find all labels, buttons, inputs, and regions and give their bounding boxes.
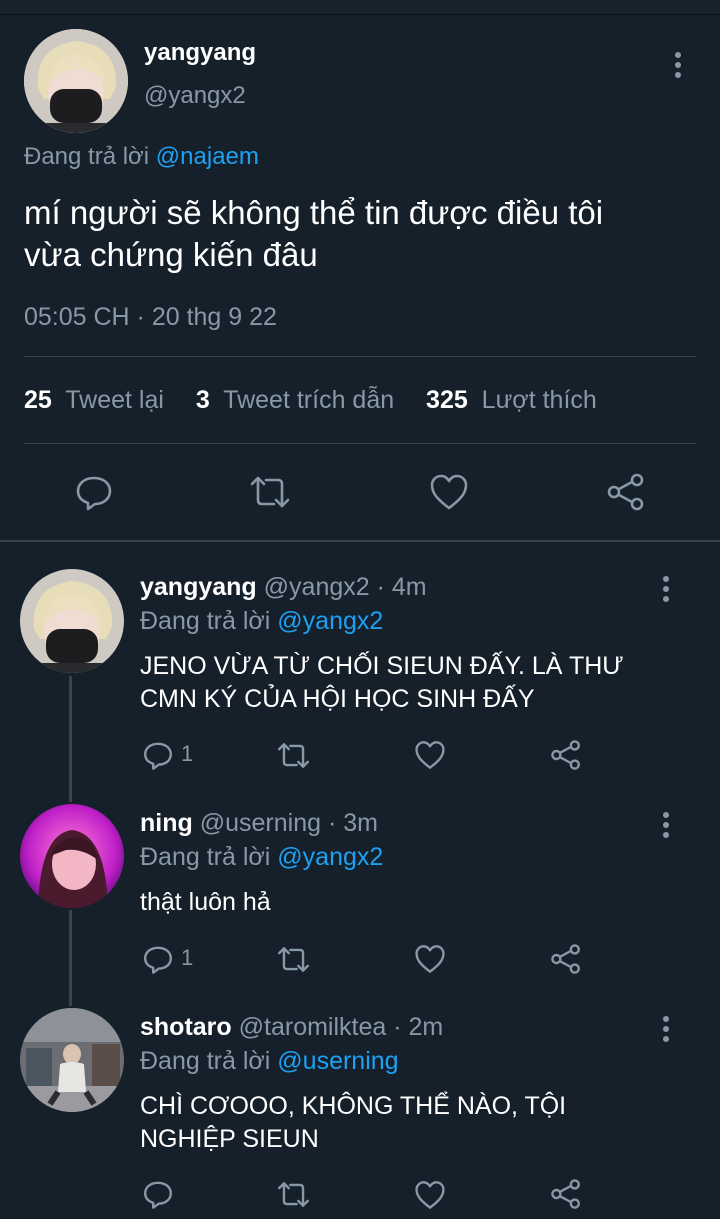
reply-time[interactable]: · 2m — [393, 1013, 443, 1041]
retweet-icon[interactable] — [276, 1180, 311, 1209]
reply-count: 1 — [181, 741, 194, 766]
like-stat[interactable]: 325 Lượt thích — [426, 386, 597, 414]
more-icon[interactable] — [674, 52, 682, 82]
share-icon[interactable] — [550, 943, 582, 975]
share-icon[interactable] — [606, 472, 646, 512]
more-icon[interactable] — [662, 576, 670, 606]
reply-avatar[interactable] — [20, 804, 124, 908]
like-count: 325 — [426, 386, 468, 414]
reply-text: CHÌ CƠOOO, KHÔNG THỂ NÀO, TỘI NGHIỆP SIE… — [140, 1090, 566, 1156]
display-name[interactable]: shotaro — [140, 1013, 232, 1041]
main-avatar[interactable] — [24, 29, 128, 133]
handle[interactable]: @yangx2 — [264, 573, 370, 601]
reply-to-link[interactable]: @userning — [277, 1047, 398, 1075]
reply-time[interactable]: · 3m — [328, 809, 378, 837]
section-divider — [0, 540, 720, 542]
reply-context: Đang trả lời @yangx2 — [140, 843, 383, 872]
more-icon[interactable] — [662, 1016, 670, 1046]
retweet-icon[interactable] — [276, 945, 311, 974]
reply-context: Đang trả lời @userning — [140, 1047, 399, 1076]
reply-header: ning @userning · 3m — [140, 809, 378, 838]
reply-text-line: CMN KÝ CỦA HỘI HỌC SINH ĐẤY — [140, 685, 535, 713]
tweet-text-line: vừa chứng kiến đâu — [24, 236, 318, 273]
quote-stat[interactable]: 3 Tweet trích dẫn — [196, 386, 394, 414]
more-icon[interactable] — [662, 812, 670, 842]
reply-to-link[interactable]: @yangx2 — [277, 607, 383, 635]
reply-time[interactable]: · 4m — [377, 573, 427, 601]
reply-header: yangyang @yangx2 · 4m — [140, 573, 427, 602]
tweet-text: mí người sẽ không thể tin được điều tôi … — [24, 192, 603, 276]
reply-to-link[interactable]: @yangx2 — [277, 843, 383, 871]
reply-prefix: Đang trả lời — [140, 1047, 271, 1075]
display-name[interactable]: ning — [140, 809, 193, 837]
handle[interactable]: @taromilktea — [239, 1013, 387, 1041]
reply-avatar[interactable] — [20, 1008, 124, 1112]
retweet-icon[interactable] — [248, 474, 292, 510]
share-icon[interactable] — [550, 1178, 582, 1210]
reply-to-link[interactable]: @najaem — [156, 143, 259, 170]
divider — [24, 356, 696, 357]
handle[interactable]: @yangx2 — [144, 82, 246, 110]
like-icon[interactable] — [429, 473, 469, 511]
like-icon[interactable] — [414, 944, 446, 974]
display-name[interactable]: yangyang — [140, 573, 257, 601]
reply-prefix: Đang trả lời — [24, 143, 150, 170]
share-icon[interactable] — [550, 739, 582, 771]
reply-icon[interactable] — [142, 943, 174, 975]
thread-line — [69, 910, 72, 1006]
retweet-label: Tweet lại — [65, 386, 164, 414]
like-label: Lượt thích — [481, 386, 597, 414]
reply-count: 1 — [181, 945, 194, 970]
engagement-stats: 25 Tweet lại 3 Tweet trích dẫn 325 Lượt … — [24, 386, 597, 415]
reply-context: Đang trả lời @najaem — [24, 143, 259, 171]
retweet-stat[interactable]: 25 Tweet lại — [24, 386, 164, 414]
reply-header: shotaro @taromilktea · 2m — [140, 1013, 443, 1042]
thread-line — [69, 676, 72, 802]
reply-icon[interactable] — [142, 739, 174, 771]
like-icon[interactable] — [414, 740, 446, 770]
reply-text-line: thật luôn hả — [140, 888, 271, 916]
reply-prefix: Đang trả lời — [140, 607, 271, 635]
reply-text: thật luôn hả — [140, 886, 271, 919]
like-icon[interactable] — [414, 1180, 446, 1210]
tweet-text-line: mí người sẽ không thể tin được điều tôi — [24, 194, 604, 231]
top-bar — [0, 0, 720, 15]
timestamp[interactable]: 05:05 CH · 20 thg 9 22 — [24, 303, 277, 332]
retweet-count: 25 — [24, 386, 52, 414]
quote-label: Tweet trích dẫn — [223, 386, 395, 414]
reply-text-line: NGHIỆP SIEUN — [140, 1125, 319, 1153]
reply-context: Đang trả lời @yangx2 — [140, 607, 383, 636]
reply-text-line: JENO VỪA TỪ CHỐI SIEUN ĐẤY. LÀ THƯ — [140, 652, 624, 680]
divider — [24, 443, 696, 444]
quote-count: 3 — [195, 386, 210, 414]
retweet-icon[interactable] — [276, 741, 311, 770]
handle[interactable]: @userning — [200, 809, 321, 837]
reply-prefix: Đang trả lời — [140, 843, 271, 871]
reply-icon[interactable] — [142, 1178, 174, 1210]
reply-text-line: CHÌ CƠOOO, KHÔNG THỂ NÀO, TỘI — [140, 1092, 567, 1120]
display-name[interactable]: yangyang — [144, 39, 256, 67]
reply-icon[interactable] — [74, 472, 114, 512]
reply-text: JENO VỪA TỪ CHỐI SIEUN ĐẤY. LÀ THƯ CMN K… — [140, 650, 624, 716]
reply-avatar[interactable] — [20, 569, 124, 673]
